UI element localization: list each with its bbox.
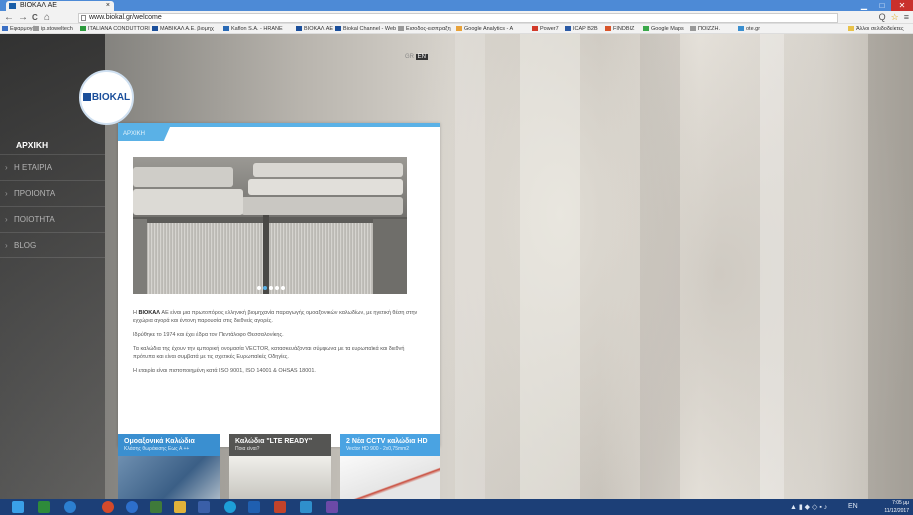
bookmark-item[interactable]: BIOKAΛ AE bbox=[296, 24, 333, 33]
bookmark-item[interactable]: Biokal Channel - Web bbox=[335, 24, 396, 33]
chevron-right-icon: › bbox=[5, 163, 8, 172]
promo-image bbox=[229, 456, 331, 499]
star-icon[interactable]: ☆ bbox=[891, 12, 899, 23]
slider-dot[interactable] bbox=[281, 286, 285, 290]
menu-item-company[interactable]: › Η ΕΤΑΙΡΙΑ bbox=[0, 154, 105, 180]
app-icon[interactable] bbox=[198, 501, 210, 513]
ie-icon[interactable] bbox=[64, 501, 76, 513]
back-button[interactable]: ← bbox=[4, 11, 14, 24]
intro-paragraph: Ιδρύθηκε το 1974 και έχει έδρα τον Πεντά… bbox=[133, 332, 284, 338]
chrome-icon[interactable] bbox=[126, 501, 138, 513]
slider-dot[interactable] bbox=[269, 286, 273, 290]
lang-gr[interactable]: GR bbox=[405, 54, 414, 60]
web-page: ΑΡΧΙΚΗ › Η ΕΤΑΙΡΙΑ › ΠΡΟΙΟΝΤΑ › ΠΟΙΟΤΗΤΑ… bbox=[0, 34, 913, 499]
intro-paragraph: Η εταιρία είναι πιστοποιημένη κατά ISO 9… bbox=[133, 368, 316, 374]
chevron-right-icon: › bbox=[5, 189, 8, 198]
browser-tab[interactable]: BIOKAΛ AE × bbox=[6, 1, 114, 11]
tab-close-icon[interactable]: × bbox=[106, 1, 110, 11]
bookmark-item[interactable]: FINDBIZ bbox=[605, 24, 634, 33]
folder-icon[interactable] bbox=[174, 501, 186, 513]
bookmark-item[interactable]: Power7 bbox=[532, 24, 559, 33]
promo-image bbox=[118, 456, 220, 499]
bookmark-item[interactable]: Google Maps bbox=[643, 24, 684, 33]
bookmark-item[interactable]: ote.gr bbox=[738, 24, 760, 33]
windows-taskbar: ▲ ▮ ◆ ◇ ▪ ♪ EN 7:05 μμ 11/12/2017 bbox=[0, 499, 913, 515]
toolbar-right-icons: Q ☆ ≡ bbox=[879, 12, 909, 23]
tab-title: BIOKAΛ AE bbox=[20, 2, 57, 9]
minimize-button[interactable]: ▁ bbox=[855, 0, 873, 11]
home-button[interactable]: ⌂ bbox=[44, 11, 50, 24]
breadcrumb[interactable]: ΑΡΧΙΚΗ bbox=[118, 127, 170, 141]
reload-button[interactable]: C bbox=[32, 11, 38, 24]
url-text: www.biokal.gr/welcome bbox=[89, 14, 162, 21]
biokal-favicon-icon bbox=[9, 3, 16, 9]
content-panel: ΑΡΧΙΚΗ Η BIOKAΛ AE είναι μια πρωτοπόρος … bbox=[118, 123, 440, 447]
window-controls: ▁ □ ✕ bbox=[855, 0, 913, 11]
menu-icon[interactable]: ≡ bbox=[904, 12, 909, 23]
bookmark-item[interactable]: ΠΟΙΖΖΗ. bbox=[690, 24, 720, 33]
bookmarks-bar: Εφαρμογές ip.stoweltech ITALIANA CONDUTT… bbox=[0, 24, 913, 34]
biokal-logo[interactable]: BIOKAL bbox=[79, 70, 134, 125]
cable-spools-image bbox=[133, 157, 407, 294]
address-bar[interactable]: www.biokal.gr/welcome bbox=[78, 13, 838, 23]
search-icon[interactable]: Q bbox=[879, 12, 886, 23]
outlook-icon[interactable] bbox=[248, 501, 260, 513]
tray-icons[interactable]: ▲ ▮ ◆ ◇ ▪ ♪ bbox=[790, 503, 827, 511]
promo-image bbox=[340, 456, 440, 499]
tray-lang[interactable]: EN bbox=[848, 503, 858, 510]
forward-button[interactable]: → bbox=[18, 11, 28, 24]
close-window-button[interactable]: ✕ bbox=[891, 0, 913, 11]
lang-en[interactable]: EN bbox=[415, 54, 429, 60]
bookmark-item[interactable]: ip.stoweltech bbox=[33, 24, 73, 33]
intro-paragraph: Η BIOKAΛ AE είναι μια πρωτοπόρος ελληνικ… bbox=[133, 310, 418, 324]
page-icon bbox=[81, 15, 86, 21]
skype-icon[interactable] bbox=[224, 501, 236, 513]
biokal-logo-icon bbox=[82, 93, 91, 101]
bookmark-item[interactable]: Google Analytics - A bbox=[456, 24, 513, 33]
app-icon[interactable] bbox=[150, 501, 162, 513]
bookmark-folder-other[interactable]: Άλλοι σελιδοδείκτες bbox=[848, 24, 904, 33]
logo-text: BIOKAL bbox=[91, 92, 131, 103]
intro-paragraph: Τα καλώδια της έχουν την εμπορική ονομασ… bbox=[133, 346, 405, 360]
app-icon[interactable] bbox=[326, 501, 338, 513]
slider-dots bbox=[257, 286, 285, 290]
tray-clock[interactable]: 7:05 μμ 11/12/2017 bbox=[884, 499, 909, 515]
promo-lte-ready[interactable]: Καλώδια "LTE READY" Ποια είναι? bbox=[229, 434, 331, 499]
slider-dot[interactable] bbox=[257, 286, 261, 290]
powerpoint-icon[interactable] bbox=[274, 501, 286, 513]
chevron-right-icon: › bbox=[5, 215, 8, 224]
promo-coaxial-cables[interactable]: Ομοαξονικά Καλώδια Κλάσης θωράκισης Εως … bbox=[118, 434, 220, 499]
menu-item-blog[interactable]: › BLOG bbox=[0, 232, 105, 258]
slider-dot[interactable] bbox=[275, 286, 279, 290]
browser-tab-strip: BIOKAΛ AE × ▁ □ ✕ bbox=[0, 0, 913, 11]
bookmark-item[interactable]: Kaflon S.A. - HRANE bbox=[223, 24, 283, 33]
bookmark-item[interactable]: ΜΑΒΙΚΑΛ Α.Ε. βιομηχ bbox=[152, 24, 214, 33]
app-icon[interactable] bbox=[38, 501, 50, 513]
maximize-button[interactable]: □ bbox=[873, 0, 891, 11]
bookmark-item[interactable]: Εισοδος-εισπραξη bbox=[398, 24, 451, 33]
app-icon[interactable] bbox=[300, 501, 312, 513]
bookmark-item[interactable]: ICAP B2B bbox=[565, 24, 598, 33]
slider-dot-active[interactable] bbox=[263, 286, 267, 290]
language-switcher: GR EN bbox=[405, 53, 429, 62]
image-slider[interactable] bbox=[133, 157, 407, 294]
intro-text: Η BIOKAΛ AE είναι μια πρωτοπόρος ελληνικ… bbox=[133, 309, 427, 381]
menu-item-quality[interactable]: › ΠΟΙΟΤΗΤΑ bbox=[0, 206, 105, 232]
bookmark-item[interactable]: ITALIANA CONDUTTORI bbox=[80, 24, 150, 33]
promo-cctv-cables[interactable]: 2 Νέα CCTV καλώδια HD Vector HD 900 - 2x… bbox=[340, 434, 440, 499]
firefox-icon[interactable] bbox=[102, 501, 114, 513]
menu-item-products[interactable]: › ΠΡΟΙΟΝΤΑ bbox=[0, 180, 105, 206]
browser-toolbar: ← → C ⌂ www.biokal.gr/welcome Q ☆ ≡ bbox=[0, 11, 913, 24]
chevron-right-icon: › bbox=[5, 241, 8, 250]
windows-start-icon[interactable] bbox=[12, 501, 24, 513]
